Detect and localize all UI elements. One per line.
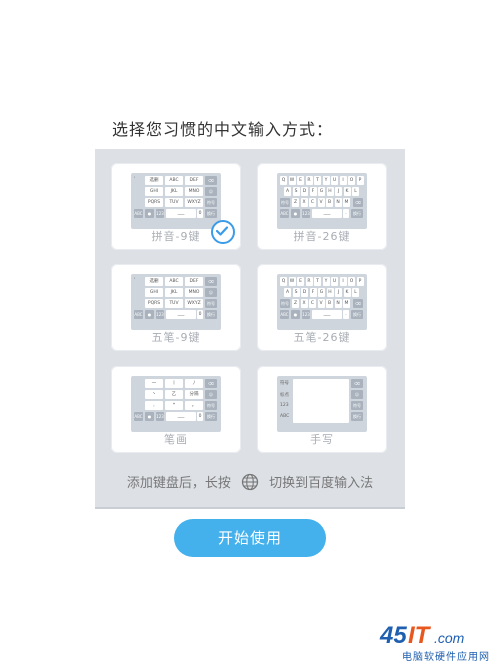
- keyboard-preview-stroke: 一 丨 丿 ⌫ 丶 乙 分隔 ☺ , * 。 符号 ABC ● 123 ___ …: [131, 376, 221, 432]
- option-label: 五笔-9键: [151, 331, 201, 344]
- option-pinyin-26[interactable]: Q W E R T Y U I O P A S D F G H J K L 符号…: [257, 163, 387, 250]
- site-logo: 45 IT .com: [379, 622, 465, 649]
- svg-text:.com: .com: [434, 630, 465, 646]
- option-label: 笔画: [164, 433, 188, 446]
- option-label: 拼音-26键: [293, 230, 351, 243]
- switch-hint: 添加键盘后，长按 切换到百度输入法: [0, 472, 500, 495]
- option-wubi-26[interactable]: Q W E R T Y U I O P A S D F G H J K L 符号…: [257, 264, 387, 351]
- selected-check-icon: [211, 220, 235, 244]
- start-button[interactable]: 开始使用: [174, 519, 326, 557]
- option-pinyin-9[interactable]: ' 选删 ABC DEF ⌫ GHI JKL MNO ☺ PQRS TUV WX…: [111, 163, 241, 250]
- svg-text:IT: IT: [408, 622, 432, 649]
- keyboard-preview-26-key: Q W E R T Y U I O P A S D F G H J K L 符号…: [277, 274, 367, 330]
- hint-text-after: 切换到百度输入法: [269, 476, 374, 491]
- option-label: 五笔-26键: [293, 331, 351, 344]
- option-label: 手写: [310, 433, 334, 446]
- option-handwriting[interactable]: 符号 标点 123 ABC ⌫ ☺ 符号 换行 手写: [257, 366, 387, 453]
- svg-text:45: 45: [379, 622, 407, 649]
- site-name: 电脑软硬件应用网: [402, 652, 490, 663]
- option-stroke[interactable]: 一 丨 丿 ⌫ 丶 乙 分隔 ☺ , * 。 符号 ABC ● 123 ___ …: [111, 366, 241, 453]
- keyboard-preview-26-key: Q W E R T Y U I O P A S D F G H J K L 符号…: [277, 173, 367, 229]
- globe-icon: [241, 473, 259, 495]
- input-method-grid: ' 选删 ABC DEF ⌫ GHI JKL MNO ☺ PQRS TUV WX…: [95, 149, 405, 509]
- site-watermark: 45 IT .com 电脑软硬件应用网: [370, 619, 490, 663]
- page-title: 选择您习惯的中文输入方式：: [112, 120, 334, 139]
- keyboard-preview-handwriting: 符号 标点 123 ABC ⌫ ☺ 符号 换行: [277, 376, 367, 432]
- option-wubi-9[interactable]: ' 选删 ABC DEF ⌫ GHI JKL MNO ☺ PQRS TUV WX…: [111, 264, 241, 351]
- keyboard-preview-9-key: ' 选删 ABC DEF ⌫ GHI JKL MNO ☺ PQRS TUV WX…: [131, 274, 221, 330]
- keyboard-preview-9-key: ' 选删 ABC DEF ⌫ GHI JKL MNO ☺ PQRS TUV WX…: [131, 173, 221, 229]
- hint-text-before: 添加键盘后，长按: [126, 476, 231, 491]
